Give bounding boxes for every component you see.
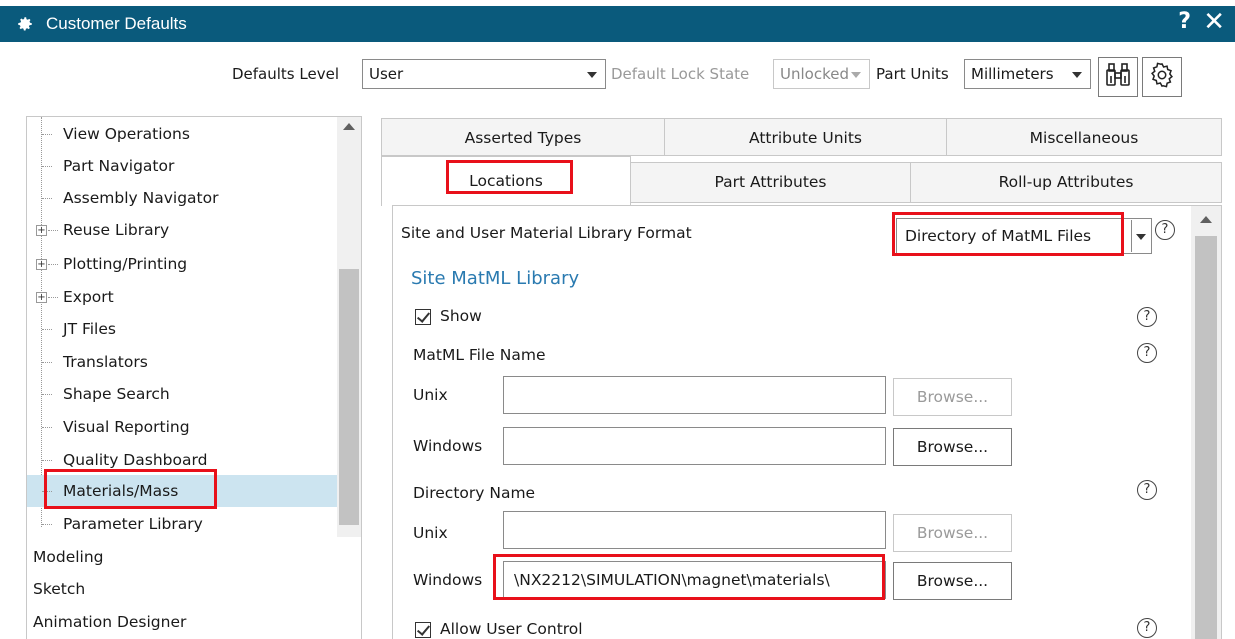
- tree-connector: [42, 329, 52, 330]
- directory-name-label: Directory Name: [413, 484, 536, 502]
- lock-state-value: Unlocked: [780, 65, 849, 83]
- tree-item-plotting-printing[interactable]: + Plotting/Printing: [27, 248, 337, 280]
- content-scrollbar-thumb[interactable]: [1195, 236, 1217, 639]
- tab-asserted-types[interactable]: Asserted Types: [381, 118, 665, 156]
- tree-connector: [42, 394, 52, 395]
- chevron-down-icon: [587, 72, 597, 78]
- tree-connector: [42, 198, 52, 199]
- show-label: Show: [440, 307, 482, 325]
- tab-rollup-attributes[interactable]: Roll-up Attributes: [910, 162, 1222, 203]
- tab-part-attributes[interactable]: Part Attributes: [630, 162, 911, 203]
- tree-item-modeling[interactable]: Modeling: [27, 541, 361, 573]
- help-circle-icon[interactable]: ?: [1137, 480, 1157, 500]
- show-checkbox[interactable]: [415, 309, 431, 325]
- close-button[interactable]: ✕: [1203, 7, 1225, 37]
- highlight-format-select: [892, 212, 1124, 256]
- highlight-directory-windows: [493, 554, 885, 600]
- tree-connector: [42, 362, 52, 363]
- highlight-materials-mass: [44, 469, 217, 509]
- help-circle-icon[interactable]: ?: [1137, 618, 1157, 638]
- tree-item-assembly-navigator[interactable]: Assembly Navigator: [27, 182, 337, 214]
- tree-item-view-operations[interactable]: View Operations: [27, 118, 337, 150]
- gear-icon: [1148, 61, 1176, 93]
- tree-scrollbar[interactable]: [337, 117, 361, 537]
- file-unix-label: Unix: [413, 386, 448, 404]
- settings-button[interactable]: [1142, 57, 1182, 97]
- chevron-down-icon: [851, 72, 861, 78]
- part-units-label: Part Units: [876, 65, 949, 83]
- defaults-level-select[interactable]: User: [362, 59, 606, 89]
- tree-connector: [48, 297, 58, 298]
- site-matml-library-heading: Site MatML Library: [411, 268, 580, 289]
- find-button[interactable]: [1098, 57, 1138, 97]
- tree-connector: [42, 427, 52, 428]
- part-units-select[interactable]: Millimeters: [964, 59, 1091, 89]
- dir-unix-label: Unix: [413, 524, 448, 542]
- tree-item-shape-search[interactable]: Shape Search: [27, 378, 337, 410]
- binoculars-icon: [1104, 61, 1132, 93]
- scroll-up-icon[interactable]: [1200, 216, 1212, 223]
- tree-connector: [42, 166, 52, 167]
- tab-miscellaneous[interactable]: Miscellaneous: [946, 118, 1222, 156]
- dir-windows-browse-button[interactable]: Browse...: [893, 562, 1012, 600]
- highlight-locations-tab: [446, 160, 573, 194]
- tree-item-visual-reporting[interactable]: Visual Reporting: [27, 411, 337, 443]
- help-circle-icon[interactable]: ?: [1155, 220, 1175, 240]
- expand-icon[interactable]: +: [36, 259, 47, 270]
- part-units-value: Millimeters: [971, 65, 1054, 83]
- tree-item-translators[interactable]: Translators: [27, 346, 337, 378]
- dir-unix-browse-button[interactable]: Browse...: [893, 514, 1012, 552]
- file-windows-label: Windows: [413, 437, 483, 455]
- tab-attribute-units[interactable]: Attribute Units: [664, 118, 947, 156]
- title-bar: Customer Defaults ? ✕: [0, 6, 1235, 42]
- tree-item-sketch[interactable]: Sketch: [27, 573, 361, 605]
- file-windows-browse-button[interactable]: Browse...: [893, 428, 1012, 466]
- help-button[interactable]: ?: [1178, 9, 1191, 34]
- chevron-down-icon: [1136, 234, 1146, 240]
- matml-file-name-label: MatML File Name: [413, 346, 546, 364]
- allow-user-control-label: Allow User Control: [440, 620, 583, 638]
- help-circle-icon[interactable]: ?: [1137, 343, 1157, 363]
- tree-item-export[interactable]: + Export: [27, 281, 337, 313]
- dir-unix-input[interactable]: [503, 511, 886, 549]
- file-unix-input[interactable]: [503, 376, 886, 414]
- window-title: Customer Defaults: [46, 14, 187, 33]
- content-scrollbar[interactable]: [1191, 206, 1221, 639]
- tree-item-animation-designer[interactable]: Animation Designer: [27, 606, 361, 638]
- tree-connector: [42, 134, 52, 135]
- chevron-down-icon: [1072, 72, 1082, 78]
- dir-windows-label: Windows: [413, 571, 483, 589]
- tree-connector: [48, 264, 58, 265]
- expand-icon[interactable]: +: [36, 292, 47, 303]
- tree-scrollbar-thumb[interactable]: [339, 269, 359, 525]
- gear-icon: [14, 13, 36, 35]
- allow-user-control-checkbox[interactable]: [415, 622, 431, 638]
- format-label: Site and User Material Library Format: [401, 224, 692, 242]
- tree-connector: [48, 230, 58, 231]
- category-tree[interactable]: View Operations Part Navigator Assembly …: [26, 116, 362, 639]
- tree-item-part-navigator[interactable]: Part Navigator: [27, 150, 337, 182]
- format-dropdown-button[interactable]: [1131, 220, 1149, 252]
- defaults-level-label: Defaults Level: [232, 65, 339, 83]
- tree-item-parameter-library[interactable]: Parameter Library: [27, 508, 337, 540]
- tree-item-jt-files[interactable]: JT Files: [27, 313, 337, 345]
- scroll-up-icon[interactable]: [343, 123, 355, 130]
- file-unix-browse-button[interactable]: Browse...: [893, 378, 1012, 416]
- lock-state-select[interactable]: Unlocked: [773, 59, 870, 89]
- help-circle-icon[interactable]: ?: [1137, 307, 1157, 327]
- lock-state-label: Default Lock State: [611, 65, 750, 83]
- toolbar: Defaults Level User Default Lock State U…: [0, 42, 1235, 110]
- tree-connector: [42, 460, 52, 461]
- expand-icon[interactable]: +: [36, 225, 47, 236]
- defaults-level-value: User: [369, 65, 404, 83]
- tree-connector: [42, 524, 52, 525]
- file-windows-input[interactable]: [503, 427, 886, 465]
- tree-item-reuse-library[interactable]: + Reuse Library: [27, 214, 337, 246]
